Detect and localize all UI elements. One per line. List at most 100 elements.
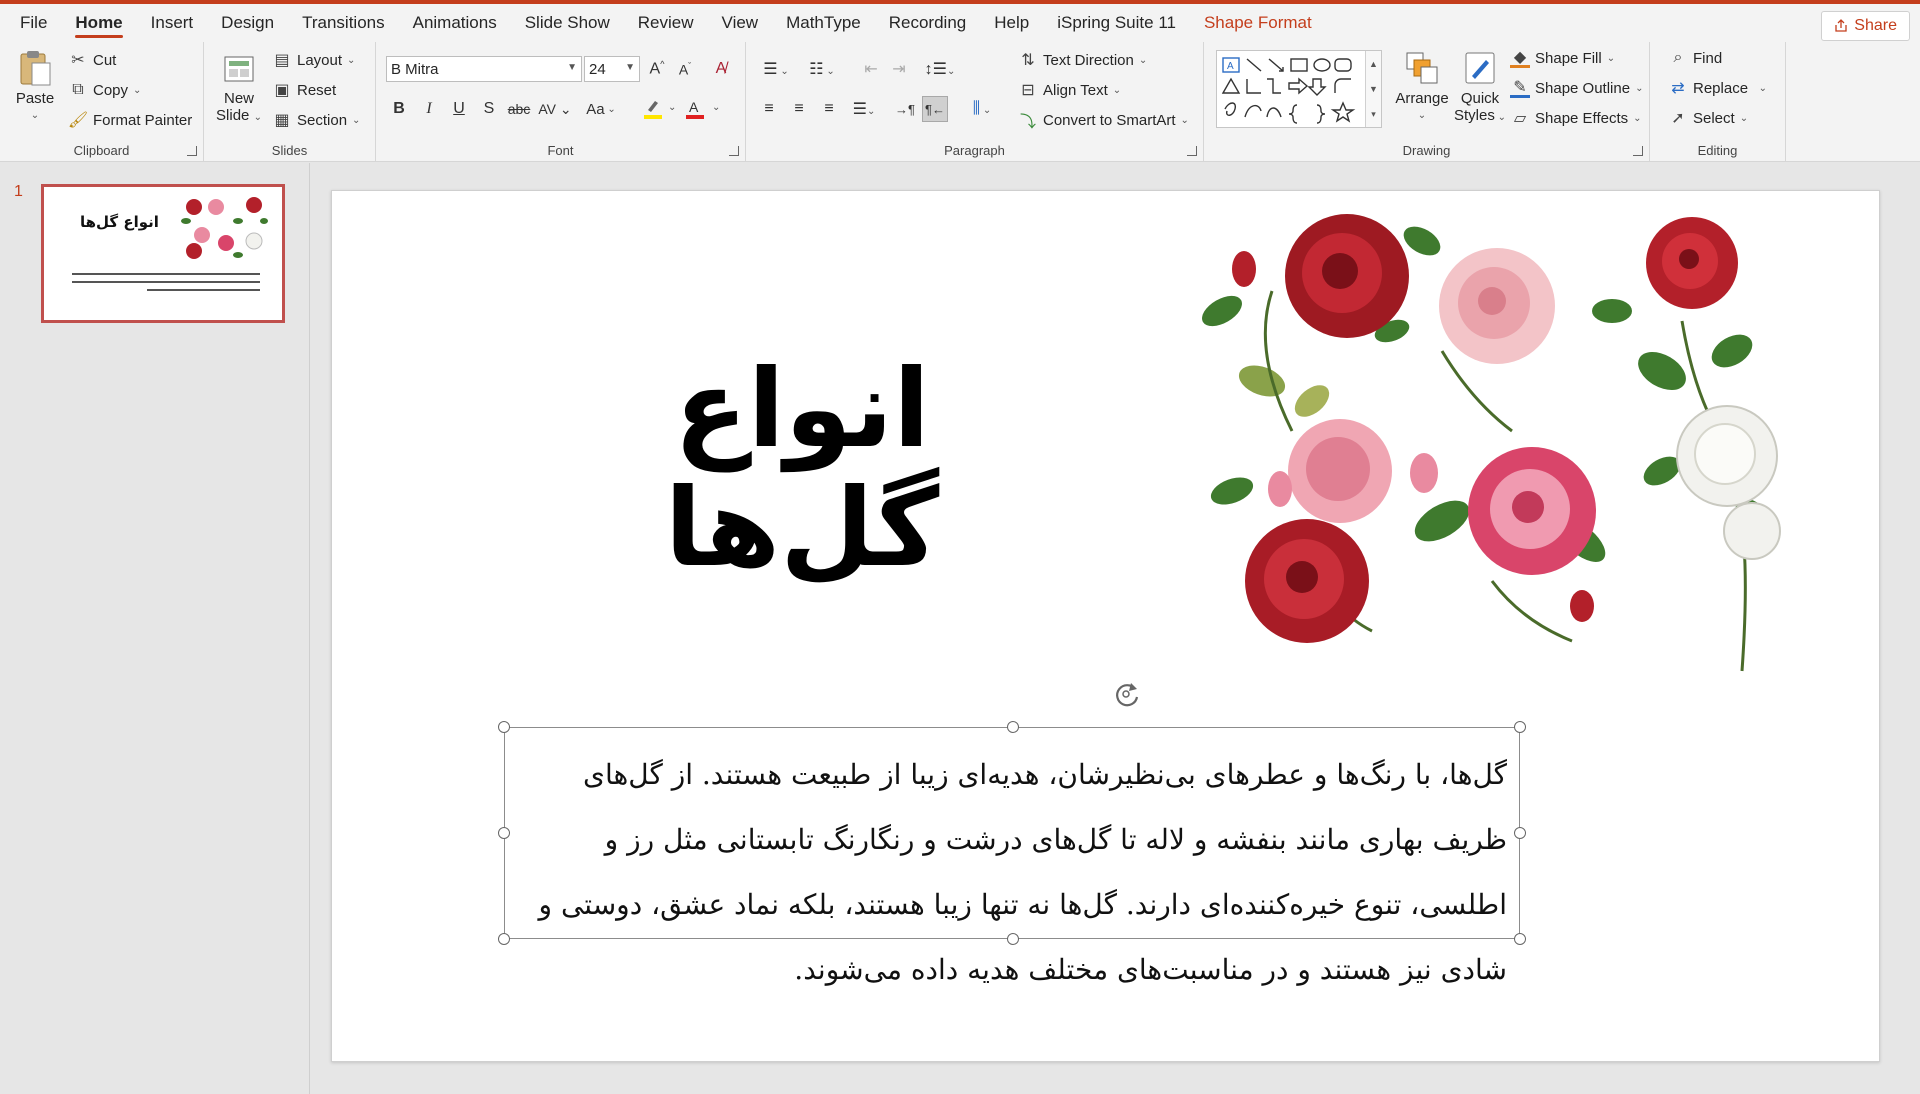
increase-indent-icon: ⇥: [892, 61, 906, 78]
shrink-font-button[interactable]: Aˇ: [672, 56, 698, 82]
layout-button[interactable]: ▤ Layout ⌄: [272, 50, 355, 70]
font-name-combo[interactable]: B Mitra ▼: [386, 56, 582, 82]
ltr-paragraph-icon: →¶: [895, 101, 915, 117]
roses-illustration[interactable]: [1192, 211, 1792, 681]
slide-canvas[interactable]: انواع گل‌ها: [331, 190, 1880, 1062]
scroll-down-icon: ▼: [1369, 83, 1378, 94]
resize-handle-top[interactable]: [1007, 721, 1019, 733]
search-icon: ⌕: [1673, 49, 1683, 66]
justify-button[interactable]: ☰⌄: [846, 96, 882, 122]
paste-chevron-icon[interactable]: ⌄: [12, 107, 58, 124]
change-case-chevron-icon: ⌄: [604, 103, 616, 115]
find-button[interactable]: ⌕ Find: [1668, 48, 1723, 68]
tab-recording[interactable]: Recording: [875, 4, 981, 42]
align-center-button[interactable]: ≡: [786, 96, 812, 122]
copy-label: Copy: [93, 81, 129, 99]
cut-button[interactable]: ✂ Cut: [68, 50, 116, 70]
new-slide-button[interactable]: New Slide ⌄: [214, 50, 264, 126]
tab-help[interactable]: Help: [980, 4, 1043, 42]
tab-transitions[interactable]: Transitions: [288, 4, 399, 42]
decrease-indent-button[interactable]: ⇤: [858, 56, 884, 82]
shapes-gallery[interactable]: A ▲ ▼ ▾: [1216, 50, 1382, 128]
align-right-button[interactable]: ≡: [816, 96, 842, 122]
tab-slide-show[interactable]: Slide Show: [511, 4, 624, 42]
quick-styles-button[interactable]: Quick Styles ⌄: [1452, 50, 1508, 126]
paste-button[interactable]: Paste ⌄: [12, 50, 58, 124]
shape-fill-button[interactable]: ◆ Shape Fill ⌄: [1510, 48, 1615, 68]
tab-design[interactable]: Design: [207, 4, 288, 42]
new-slide-chevron-icon: ⌄: [253, 112, 262, 123]
slide-thumbnail-pane: 1 انواع گل‌ها: [0, 163, 310, 1094]
reset-button[interactable]: ▣ Reset: [272, 80, 336, 100]
paragraph-launcher-icon[interactable]: [1187, 146, 1197, 156]
shapes-gallery-scroll[interactable]: ▲ ▼ ▾: [1365, 51, 1381, 127]
right-to-left-button[interactable]: ¶←: [922, 96, 948, 122]
tab-ispring-suite[interactable]: iSpring Suite 11: [1043, 4, 1190, 42]
clipboard-launcher-icon[interactable]: [187, 146, 197, 156]
rotate-handle-icon[interactable]: [1109, 677, 1143, 711]
drawing-launcher-icon[interactable]: [1633, 146, 1643, 156]
bullets-button[interactable]: ☰ ⌄: [756, 56, 796, 82]
body-text[interactable]: گل‌ها، با رنگ‌ها و عطرهای بی‌نظیرشان، هد…: [517, 742, 1507, 1002]
tab-animations[interactable]: Animations: [399, 4, 511, 42]
strikethrough-button[interactable]: abc: [506, 96, 532, 122]
align-left-button[interactable]: ≡: [756, 96, 782, 122]
arrange-button[interactable]: Arrange ⌄: [1394, 50, 1450, 124]
share-button[interactable]: Share: [1821, 11, 1910, 41]
bold-button[interactable]: B: [386, 96, 412, 122]
replace-button[interactable]: ⇄ Replace ⌄: [1668, 78, 1767, 98]
shape-outline-button[interactable]: ✎ Shape Outline ⌄: [1510, 78, 1643, 98]
tab-insert[interactable]: Insert: [137, 4, 208, 42]
tab-home[interactable]: Home: [61, 4, 136, 42]
highlight-chevron-icon[interactable]: ⌄: [668, 102, 676, 113]
increase-indent-button[interactable]: ⇥: [886, 56, 912, 82]
pen-outline-icon: ✎: [1510, 78, 1530, 98]
font-color-chevron-icon[interactable]: ⌄: [712, 102, 720, 113]
align-left-icon: ≡: [764, 100, 774, 117]
font-color-button[interactable]: A: [682, 96, 708, 122]
tab-review[interactable]: Review: [624, 4, 708, 42]
copy-chevron-icon[interactable]: ⌄: [133, 85, 141, 96]
resize-handle-top-right[interactable]: [1514, 721, 1526, 733]
numbering-button[interactable]: ☷ ⌄: [802, 56, 842, 82]
highlight-color-button[interactable]: [640, 96, 666, 122]
shadow-button[interactable]: S: [476, 96, 502, 122]
tab-view[interactable]: View: [708, 4, 773, 42]
resize-handle-bottom-left[interactable]: [498, 933, 510, 945]
columns-button[interactable]: ⫼ ⌄: [962, 96, 1002, 122]
copy-button[interactable]: ⧉ Copy ⌄: [68, 80, 141, 100]
grow-font-button[interactable]: A^: [644, 56, 670, 82]
select-button[interactable]: ➚ Select ⌄: [1668, 108, 1748, 128]
slide-thumbnail[interactable]: انواع گل‌ها: [41, 184, 285, 323]
resize-handle-top-left[interactable]: [498, 721, 510, 733]
italic-icon: I: [426, 100, 432, 117]
tab-file[interactable]: File: [0, 4, 61, 42]
shapes-gallery-icons: A: [1221, 57, 1356, 124]
left-to-right-button[interactable]: →¶: [892, 96, 918, 122]
underline-button[interactable]: U: [446, 96, 472, 122]
tab-mathtype[interactable]: MathType: [772, 4, 875, 42]
italic-button[interactable]: I: [416, 96, 442, 122]
shape-effects-button[interactable]: ▱ Shape Effects ⌄: [1510, 108, 1642, 128]
clipboard-group: Paste ⌄ ✂ Cut ⧉ Copy ⌄ 🖌 Format Painter Clip…: [0, 42, 204, 162]
resize-handle-left[interactable]: [498, 827, 510, 839]
align-text-button[interactable]: ⊟ Align Text ⌄: [1018, 80, 1121, 100]
tab-shape-format[interactable]: Shape Format: [1190, 4, 1326, 42]
font-launcher-icon[interactable]: [729, 146, 739, 156]
slide-title[interactable]: انواع گل‌ها: [562, 350, 1042, 589]
resize-handle-bottom-right[interactable]: [1514, 933, 1526, 945]
replace-icon: ⇄: [1671, 80, 1685, 97]
justify-icon: ☰⌄: [852, 101, 876, 118]
font-size-combo[interactable]: 24 ▼: [584, 56, 640, 82]
format-painter-button[interactable]: 🖌 Format Painter: [68, 110, 192, 130]
character-spacing-button[interactable]: AV ⌄: [538, 96, 572, 122]
line-spacing-button[interactable]: ↕☰⌄: [920, 56, 960, 82]
text-direction-button[interactable]: ⇅ Text Direction ⌄: [1018, 50, 1147, 70]
section-button[interactable]: ▦ Section ⌄: [272, 110, 360, 130]
convert-smartart-button[interactable]: ⤵ Convert to SmartArt ⌄: [1018, 110, 1189, 132]
body-text-box[interactable]: گل‌ها، با رنگ‌ها و عطرهای بی‌نظیرشان، هد…: [498, 721, 1526, 986]
change-case-button[interactable]: Aa ⌄: [582, 96, 620, 122]
resize-handle-right[interactable]: [1514, 827, 1526, 839]
resize-handle-bottom[interactable]: [1007, 933, 1019, 945]
clear-formatting-button[interactable]: A̸: [708, 56, 734, 82]
